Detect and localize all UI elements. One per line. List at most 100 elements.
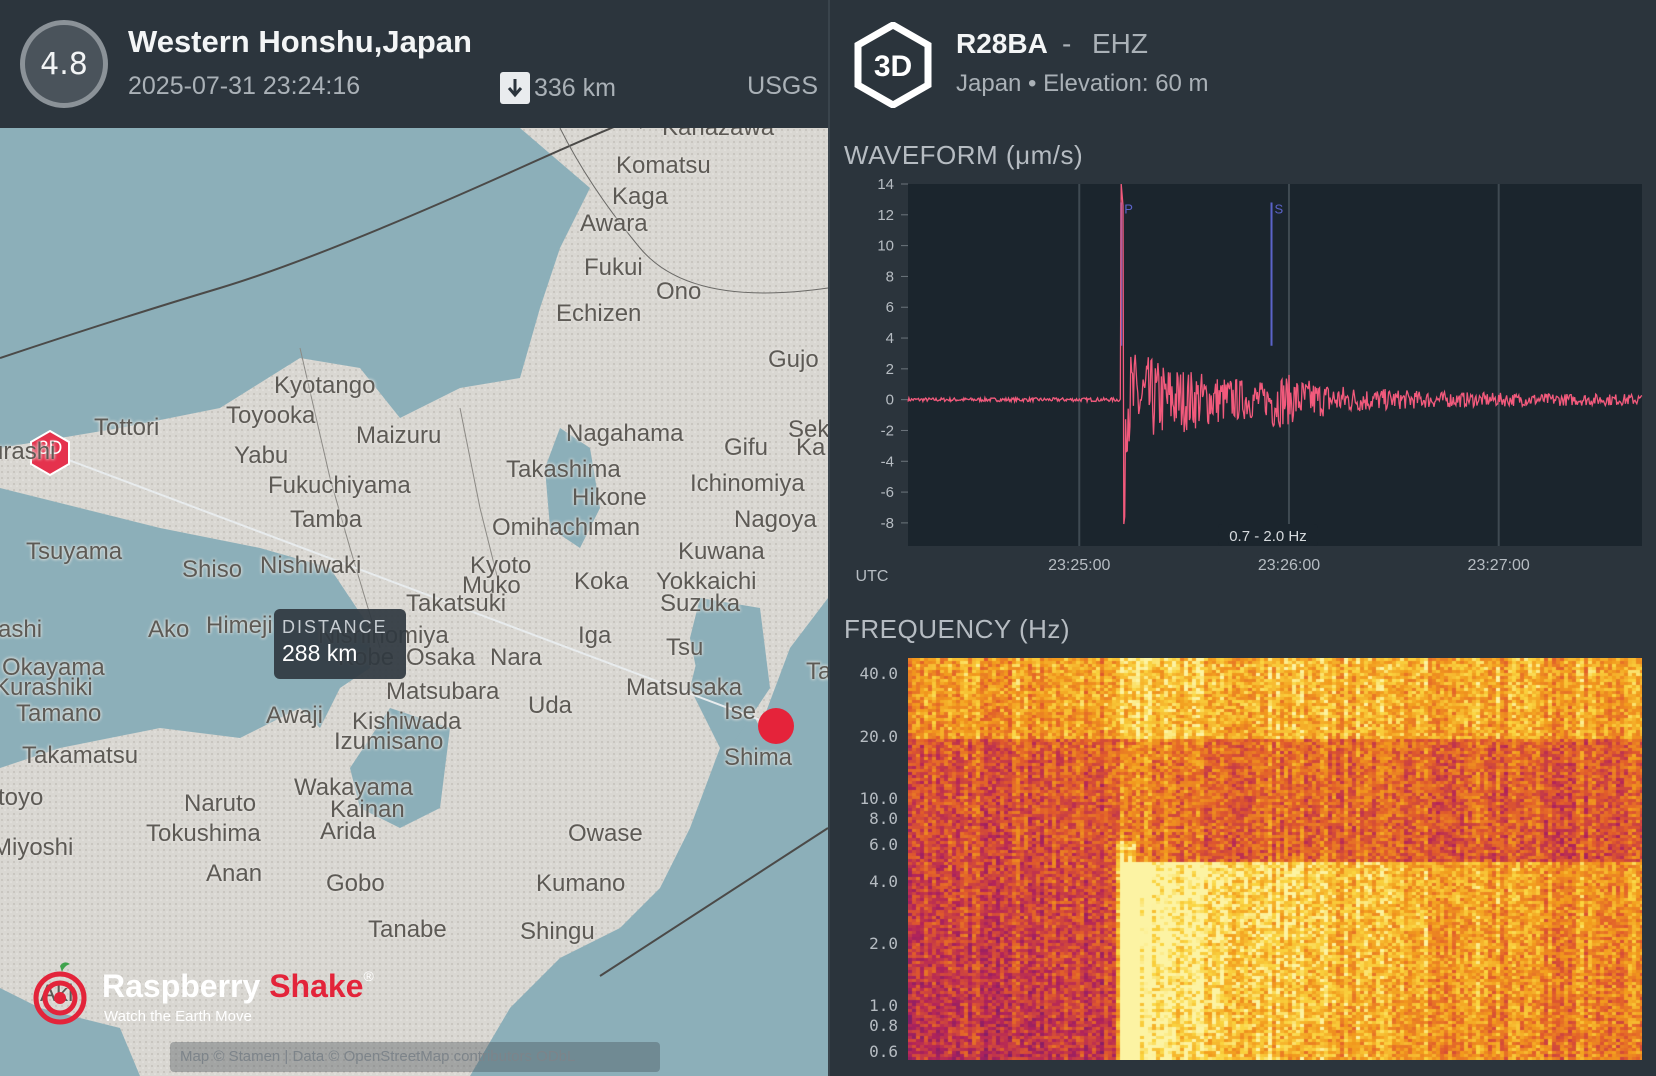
magnitude-badge: 4.8 <box>20 20 108 108</box>
place-label-fukui: Fukui <box>584 254 643 281</box>
map-attribution[interactable]: Map © Stamen | Data © OpenStreetMap cont… <box>170 1042 660 1072</box>
y-tick-label: 14 <box>877 176 894 193</box>
y-tick-label: 8 <box>886 268 894 285</box>
brand-name: Raspberry Shake® <box>102 968 374 1005</box>
place-label-nagoya: Nagoya <box>734 506 817 533</box>
y-tick-label: 4 <box>886 330 894 347</box>
frequency-tick-label: 8.0 <box>869 809 898 829</box>
place-label-takamatsu: Takamatsu <box>22 742 139 769</box>
place-label-suzuka: Suzuka <box>660 590 741 617</box>
quake-title: Western Honshu,Japan <box>128 24 472 59</box>
station-location: Japan • Elevation: 60 m <box>956 70 1209 97</box>
place-label-tanabe: Tanabe <box>368 916 447 943</box>
place-label-takatsuki: Takatsuki <box>406 590 507 617</box>
waveform-plot-area <box>908 184 1642 546</box>
right-panel: 3D R28BA - EHZ Japan • Elevation: 60 m W… <box>830 0 1656 1076</box>
left-panel: 4.8 Western Honshu,Japan 2025-07-31 23:2… <box>0 0 828 1076</box>
place-label-tamano: Tamano <box>16 700 102 727</box>
place-label-nagahama: Nagahama <box>566 420 684 447</box>
y-tick-label: 12 <box>877 207 894 224</box>
depth-info: 336 km <box>500 72 616 104</box>
quake-source: USGS <box>747 72 818 100</box>
place-label-kanazawa: Kanazawa <box>662 128 774 142</box>
station-channel: EHZ <box>1092 28 1148 59</box>
brand-logo: Raspberry Shake® Watch the Earth Move <box>30 960 374 1030</box>
place-label-kyotango: Kyotango <box>274 372 376 399</box>
filter-label: 0.7 - 2.0 Hz <box>1218 524 1318 546</box>
frequency-tick-label: 40.0 <box>859 664 898 684</box>
place-label-urashi: urashi <box>0 438 56 465</box>
map[interactable]: 3D KanazawaKomatsuKagaAwaraFukuiOnoEchiz… <box>0 128 828 1076</box>
distance-label: DISTANCE <box>282 617 388 637</box>
y-tick-label: 10 <box>877 238 894 255</box>
place-label-matsubara: Matsubara <box>386 678 500 705</box>
place-label-shingu: Shingu <box>520 918 595 945</box>
y-tick-label: 2 <box>886 361 894 378</box>
waveform-y-axis: 14 12 10 8 6 4 2 0 -2 -4 -6 -8 <box>877 176 908 532</box>
station-badge-text: 3D <box>874 50 912 83</box>
brand-tagline: Watch the Earth Move <box>104 1008 252 1025</box>
place-label-ise: Ise <box>724 698 757 725</box>
station-name: R28BA <box>956 28 1048 59</box>
frequency-tick-label: 4.0 <box>869 871 898 891</box>
quake-datetime: 2025-07-31 23:24:16 <box>128 72 361 100</box>
place-label-tsu: Tsu <box>666 634 704 661</box>
frequency-tick-label: 20.0 <box>859 726 898 746</box>
place-label-gobo: Gobo <box>326 870 385 897</box>
raspberry-shake-icon <box>33 962 87 1025</box>
frequency-tick-label: 6.0 <box>869 835 898 855</box>
station-badge: 3D <box>854 22 932 108</box>
place-label-osaka: Osaka <box>406 644 476 671</box>
place-label-gifu: Gifu <box>724 434 769 461</box>
place-label-kurashiki: Kurashiki <box>0 674 93 701</box>
y-tick-label: 0 <box>886 392 894 409</box>
waveform-title: WAVEFORM (μm/s) <box>844 140 1084 170</box>
phase_p-label: P <box>1124 201 1133 216</box>
x-tick-label: 23:26:00 <box>1258 557 1320 574</box>
filter-label-text: 0.7 - 2.0 Hz <box>1229 528 1307 545</box>
place-label-nara: Nara <box>490 644 543 671</box>
x-tick-label: 23:27:00 <box>1468 557 1530 574</box>
epicenter-marker[interactable] <box>758 708 794 744</box>
place-label-miyoshi: Miyoshi <box>0 834 74 861</box>
place-label-maizuru: Maizuru <box>356 422 442 449</box>
frequency-tick-label: 0.6 <box>869 1042 898 1062</box>
brand-name-1: Raspberry <box>102 968 270 1004</box>
arrow-down-icon <box>500 72 530 104</box>
place-label-ta: Ta <box>806 658 828 685</box>
spectrogram-heatmap <box>908 658 1642 1060</box>
y-tick-label: -2 <box>881 422 894 439</box>
place-label-owase: Owase <box>568 820 643 847</box>
place-label-toyo: toyo <box>0 784 44 811</box>
y-tick-label: -6 <box>881 484 894 501</box>
phase_s-label: S <box>1275 201 1284 216</box>
place-label-awaji: Awaji <box>266 702 323 729</box>
station-separator: - <box>1062 28 1072 59</box>
place-label-kumano: Kumano <box>536 870 626 897</box>
place-label-takashima: Takashima <box>506 456 621 483</box>
waveform-chart[interactable]: 14121086420-2-4-6-8 23:25:00 23:26:00 23:2… <box>830 176 1656 596</box>
place-label-ashi: ashi <box>0 616 43 643</box>
frequency-tick-label: 2.0 <box>869 933 898 953</box>
place-label-kaga: Kaga <box>612 183 669 210</box>
place-label-izumisano: Izumisano <box>334 728 444 755</box>
brand-registered: ® <box>363 968 374 984</box>
place-label-tokushima: Tokushima <box>146 820 261 847</box>
frequency-tick-label: 0.8 <box>869 1016 898 1036</box>
y-tick-label: -8 <box>881 515 894 532</box>
place-label-gujo: Gujo <box>768 346 819 373</box>
quake-header: 4.8 Western Honshu,Japan 2025-07-31 23:2… <box>0 0 828 128</box>
waveform-x-axis: 23:25:00 23:26:00 23:27:00 <box>1048 557 1530 574</box>
place-label-himeji: Himeji <box>206 612 273 639</box>
place-label-koka: Koka <box>574 568 629 595</box>
x-tick-label: 23:25:00 <box>1048 557 1110 574</box>
y-tick-label: 6 <box>886 299 894 316</box>
place-label-shima: Shima <box>724 744 793 771</box>
utc-label: UTC <box>856 568 889 585</box>
place-label-ono: Ono <box>656 278 702 305</box>
place-label-tamba: Tamba <box>290 506 363 533</box>
frequency-tick-label: 1.0 <box>869 996 898 1016</box>
place-label-komatsu: Komatsu <box>616 152 711 179</box>
frequency-tick-label: 10.0 <box>859 789 898 809</box>
place-label-ka: Ka <box>796 434 826 461</box>
